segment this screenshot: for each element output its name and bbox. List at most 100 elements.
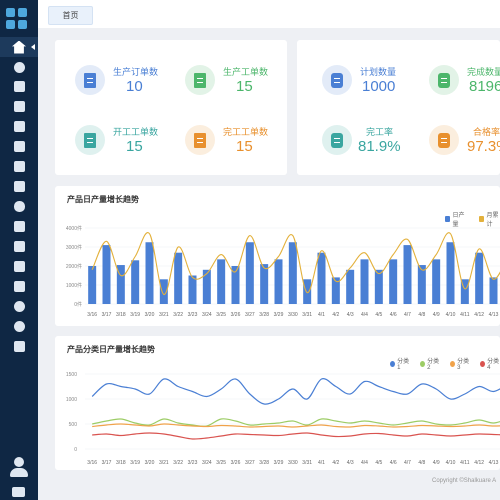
bar <box>432 259 441 304</box>
stat-started-workorders: 开工工单数 15 <box>75 125 185 165</box>
y-tick-label: 1000 <box>66 397 77 403</box>
list-icon <box>331 72 343 88</box>
bar <box>202 269 211 304</box>
document-icon <box>194 72 206 88</box>
stat-planned-qty: 计划数量 1000 <box>322 65 432 105</box>
x-tick-label: 3/27 <box>245 312 255 318</box>
sidebar-item-pie[interactable] <box>0 316 38 336</box>
bar <box>217 259 226 304</box>
stat-label: 生产订单数 <box>113 67 159 77</box>
x-tick-label: 3/20 <box>145 460 155 466</box>
user-avatar[interactable] <box>7 455 31 479</box>
database-icon <box>13 200 25 212</box>
x-tick-label: 4/5 <box>375 312 382 318</box>
active-caret-icon <box>31 44 35 50</box>
x-tick-label: 4/1 <box>318 312 325 318</box>
footer-copyright: Copyright ©Shalkuare A <box>432 478 497 484</box>
sidebar-item-table[interactable] <box>0 156 38 176</box>
stat-production-orders: 生产订单数 10 <box>75 65 185 105</box>
sidebar-item-trend[interactable] <box>0 336 38 356</box>
bar <box>88 266 97 304</box>
bar <box>360 259 369 304</box>
x-tick-label: 3/24 <box>202 460 212 466</box>
bar <box>274 259 283 304</box>
line-series <box>92 432 500 440</box>
x-tick-label: 3/28 <box>259 460 269 466</box>
bar <box>417 265 426 304</box>
stat-value: 81.9% <box>358 138 401 155</box>
apps-icon <box>13 80 25 92</box>
sidebar-bottom-icon[interactable] <box>12 487 25 497</box>
bar <box>389 259 398 304</box>
x-tick-label: 3/27 <box>245 460 255 466</box>
x-tick-label: 3/17 <box>102 460 112 466</box>
bar <box>102 245 111 304</box>
x-tick-label: 3/25 <box>216 460 226 466</box>
sidebar-item-database[interactable] <box>0 196 38 216</box>
tab-home[interactable]: 首页 <box>48 6 93 25</box>
line-series <box>91 378 500 405</box>
y-tick-label: 4000件 <box>66 225 82 232</box>
y-tick-label: 3000件 <box>66 244 82 251</box>
sidebar-item-users[interactable] <box>0 296 38 316</box>
sidebar-item-home[interactable] <box>0 37 38 57</box>
app-logo <box>6 8 28 30</box>
sidebar-item-box[interactable] <box>0 216 38 236</box>
quality-icon <box>438 132 450 148</box>
stat-label: 完成数量 <box>467 67 500 77</box>
bar <box>346 269 355 304</box>
x-tick-label: 4/12 <box>474 312 484 318</box>
sidebar-item-chart[interactable] <box>0 236 38 256</box>
x-tick-label: 4/1 <box>318 460 325 466</box>
sidebar-item-apps[interactable] <box>0 76 38 96</box>
daily-output-chart: 4000件 3000件 2000件 1000件 0件 3/16 3/17 3/18 3/19 3/… <box>66 225 500 318</box>
sidebar-item-warehouse[interactable] <box>0 276 38 296</box>
x-tick-label: 3/18 <box>116 312 126 318</box>
x-tick-label: 3/18 <box>116 460 126 466</box>
sidebar-item-shop[interactable] <box>0 256 38 276</box>
bar <box>145 242 154 304</box>
stat-value: 15 <box>236 78 253 95</box>
gear-icon <box>13 61 25 73</box>
bar <box>475 252 484 304</box>
bar <box>489 277 498 304</box>
warehouse-icon <box>13 280 25 292</box>
x-tick-label: 4/13 <box>489 312 499 318</box>
bar <box>288 242 297 304</box>
clipboard-icon <box>438 72 450 88</box>
top-bar: 首页 <box>38 0 500 28</box>
x-tick-label: 4/12 <box>474 460 484 466</box>
x-tick-label: 4/7 <box>404 460 411 466</box>
bar <box>131 260 140 304</box>
category-output-chart: 1500 1000 500 0 3/16 3/17 3/18 3/19 3/20 3/21 3/22… <box>66 372 500 466</box>
x-tick-label: 3/30 <box>288 312 298 318</box>
bar <box>303 279 312 304</box>
sidebar-item-factory[interactable] <box>0 116 38 136</box>
sidebar-item-report[interactable] <box>0 136 38 156</box>
stat-label: 合格率 <box>473 127 500 137</box>
sidebar-item-screen[interactable] <box>0 176 38 196</box>
y-tick-label: 1000件 <box>66 282 82 289</box>
stat-value: 8196 <box>469 78 500 95</box>
stat-pass-rate: 合格率 97.3% <box>429 125 500 165</box>
x-tick-label: 4/11 <box>460 460 470 466</box>
stat-label: 完工率 <box>366 127 394 137</box>
sidebar-item-settings[interactable] <box>0 57 38 77</box>
sidebar-item-monitor[interactable] <box>0 96 38 116</box>
x-tick-label: 3/28 <box>259 312 269 318</box>
x-tick-label: 3/25 <box>216 312 226 318</box>
x-tick-label: 3/24 <box>202 312 212 318</box>
stat-label: 完工工单数 <box>223 127 269 137</box>
stat-production-workorders: 生产工单数 15 <box>185 65 295 105</box>
x-tick-label: 3/23 <box>188 312 198 318</box>
factory-icon <box>13 120 25 132</box>
stat-value: 97.3% <box>467 138 500 155</box>
document-icon <box>84 132 96 148</box>
daily-output-chart-card: 产品日产量增长趋势 日产量 月累计 4000件 3000件 2000件 1000件 0件… <box>55 186 500 326</box>
stat-label: 开工工单数 <box>113 127 159 137</box>
document-icon <box>84 72 96 88</box>
x-tick-label: 4/10 <box>446 460 456 466</box>
home-icon <box>12 40 26 54</box>
pie-chart-icon <box>13 320 25 332</box>
x-tick-label: 4/9 <box>433 312 440 318</box>
